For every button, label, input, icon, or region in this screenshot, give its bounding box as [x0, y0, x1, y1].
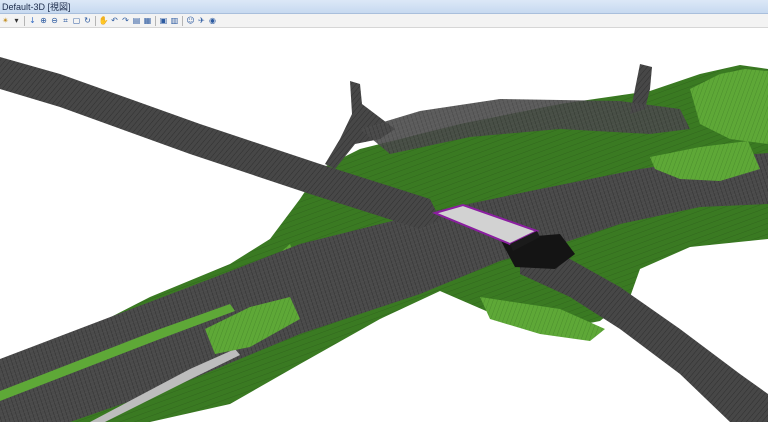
zoom-out-icon[interactable]: ⊖	[50, 16, 59, 26]
pan-view-icon[interactable]: ✋	[99, 16, 109, 26]
update-view-icon[interactable]: ↓	[28, 16, 37, 26]
view-next-icon[interactable]: ↷	[121, 16, 130, 26]
walk-icon[interactable]: ☺	[186, 16, 195, 26]
toolbar-separator	[182, 15, 183, 26]
camera-icon[interactable]: ▥	[170, 16, 179, 26]
interchange-3d-model[interactable]	[0, 29, 768, 422]
rotate-view-icon[interactable]: ↻	[83, 16, 92, 26]
toolbar-separator	[24, 15, 25, 26]
copy-view-icon[interactable]: ▤	[132, 16, 141, 26]
toolbar-separator	[95, 15, 96, 26]
fit-view-icon[interactable]: ▢	[72, 16, 81, 26]
view-previous-icon[interactable]: ↶	[110, 16, 119, 26]
display-style-icon[interactable]: ▣	[159, 16, 168, 26]
zoom-in-icon[interactable]: ⊕	[39, 16, 48, 26]
fly-icon[interactable]: ✈	[197, 16, 206, 26]
crossing-road-west	[0, 57, 440, 229]
element-selection-icon[interactable]: ✴	[1, 16, 10, 26]
view-attributes-icon[interactable]: ▦	[143, 16, 152, 26]
dropdown-arrow-icon[interactable]: ▾	[12, 16, 21, 26]
view-window-title: Default-3D [視図]	[0, 0, 768, 14]
view-control-toolbar: ✴ ▾ ↓ ⊕ ⊖ ⌗ ▢ ↻ ✋ ↶ ↷ ▤ ▦ ▣ ▥ ☺ ✈ ◉	[0, 14, 768, 28]
render-icon[interactable]: ◉	[208, 16, 217, 26]
toolbar-separator	[155, 15, 156, 26]
3d-view-viewport[interactable]	[0, 29, 768, 422]
window-area-icon[interactable]: ⌗	[61, 16, 70, 26]
